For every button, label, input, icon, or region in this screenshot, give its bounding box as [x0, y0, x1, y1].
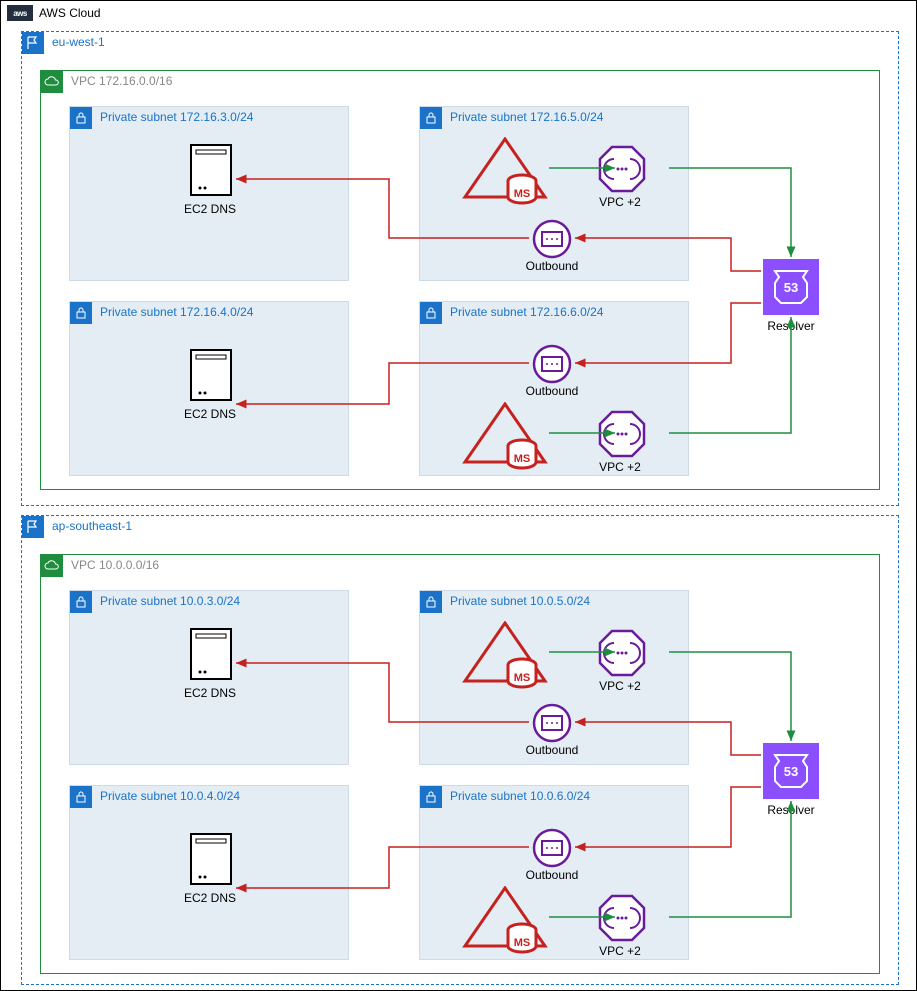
subnet-4: Private subnet 172.16.6.0/24 Outbound MS [419, 301, 689, 476]
lock-icon [70, 302, 92, 324]
server-icon [190, 144, 232, 196]
subnet-label: Private subnet 172.16.4.0/24 [100, 305, 253, 319]
vpc-cloud-icon [41, 71, 63, 93]
subnet-label: Private subnet 172.16.3.0/24 [100, 110, 253, 124]
subnet-label: Private subnet 10.0.3.0/24 [100, 594, 240, 608]
svg-text:53: 53 [784, 280, 798, 295]
lock-icon [420, 591, 442, 613]
route53-resolver-icon: 53 [763, 259, 819, 315]
vpc-endpoint-icon [598, 629, 646, 677]
managed-service-icon: MS [460, 886, 550, 956]
region-label: ap-southeast-1 [52, 519, 132, 533]
lock-icon [420, 107, 442, 129]
resolver-label: Resolver [751, 319, 831, 333]
outbound-label: Outbound [512, 384, 592, 398]
outbound-label: Outbound [512, 868, 592, 882]
outbound-label: Outbound [512, 259, 592, 273]
aws-cloud-label: AWS Cloud [39, 6, 101, 20]
vpc2-label: VPC +2 [580, 679, 660, 693]
managed-service-icon: MS [460, 621, 550, 691]
subnet-2: Private subnet 172.16.4.0/24 EC2 DNS [69, 301, 349, 476]
subnet-3: Private subnet 10.0.5.0/24 MS VPC +2 [419, 590, 689, 765]
outbound-label: Outbound [512, 743, 592, 757]
region-flag-icon [22, 32, 44, 54]
svg-text:53: 53 [784, 764, 798, 779]
lock-icon [70, 107, 92, 129]
svg-text:MS: MS [514, 672, 531, 684]
managed-service-icon: MS [460, 402, 550, 472]
resolver-label: Resolver [751, 803, 831, 817]
region-eu-west-1: eu-west-1 VPC 172.16.0.0/16 Private subn… [21, 31, 899, 506]
server-icon [190, 628, 232, 680]
region-label: eu-west-1 [52, 35, 105, 49]
subnet-2: Private subnet 10.0.4.0/24 EC2 DNS [69, 785, 349, 960]
lock-icon [70, 786, 92, 808]
svg-text:MS: MS [514, 188, 531, 200]
ec2-dns-label: EC2 DNS [170, 407, 250, 421]
subnet-label: Private subnet 172.16.5.0/24 [450, 110, 603, 124]
subnet-3: Private subnet 172.16.5.0/24 MS VPC +2 [419, 106, 689, 281]
ec2-dns-label: EC2 DNS [170, 686, 250, 700]
lock-icon [70, 591, 92, 613]
subnet-label: Private subnet 172.16.6.0/24 [450, 305, 603, 319]
vpc-ap-southeast-1: VPC 10.0.0.0/16 Private subnet 10.0.3.0/… [40, 554, 880, 974]
subnet-label: Private subnet 10.0.5.0/24 [450, 594, 590, 608]
vpc-label: VPC 172.16.0.0/16 [71, 74, 172, 88]
svg-text:MS: MS [514, 937, 531, 949]
outbound-endpoint-icon [532, 703, 572, 743]
aws-cloud-header: aws AWS Cloud [7, 5, 101, 21]
managed-service-icon: MS [460, 137, 550, 207]
region-ap-southeast-1: ap-southeast-1 VPC 10.0.0.0/16 Private s… [21, 515, 899, 985]
vpc-endpoint-icon [598, 410, 646, 458]
vpc2-label: VPC +2 [580, 944, 660, 958]
subnet-1: Private subnet 10.0.3.0/24 EC2 DNS [69, 590, 349, 765]
vpc-cloud-icon [41, 555, 63, 577]
subnet-4: Private subnet 10.0.6.0/24 Outbound MS [419, 785, 689, 960]
ec2-dns-label: EC2 DNS [170, 202, 250, 216]
aws-cloud-canvas: aws AWS Cloud eu-west-1 VPC 172.16.0.0/1… [0, 0, 917, 991]
server-icon [190, 833, 232, 885]
svg-text:MS: MS [514, 453, 531, 465]
vpc2-label: VPC +2 [580, 460, 660, 474]
aws-logo-icon: aws [7, 5, 33, 21]
vpc2-label: VPC +2 [580, 195, 660, 209]
region-flag-icon [22, 516, 44, 538]
vpc-endpoint-icon [598, 894, 646, 942]
route53-resolver-icon: 53 [763, 743, 819, 799]
outbound-endpoint-icon [532, 344, 572, 384]
vpc-endpoint-icon [598, 145, 646, 193]
vpc-eu-west-1: VPC 172.16.0.0/16 Private subnet 172.16.… [40, 70, 880, 490]
subnet-1: Private subnet 172.16.3.0/24 EC2 DNS [69, 106, 349, 281]
subnet-label: Private subnet 10.0.6.0/24 [450, 789, 590, 803]
ec2-dns-label: EC2 DNS [170, 891, 250, 905]
outbound-endpoint-icon [532, 219, 572, 259]
vpc-label: VPC 10.0.0.0/16 [71, 558, 159, 572]
server-icon [190, 349, 232, 401]
subnet-label: Private subnet 10.0.4.0/24 [100, 789, 240, 803]
lock-icon [420, 786, 442, 808]
outbound-endpoint-icon [532, 828, 572, 868]
lock-icon [420, 302, 442, 324]
